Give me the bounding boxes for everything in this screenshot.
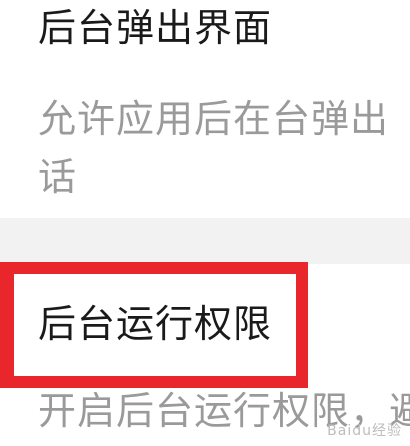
red-highlight-box	[0, 262, 308, 388]
background-popup-setting[interactable]: 后台弹出界面 允许应用后在台弹出话	[0, 0, 410, 218]
section-divider	[0, 218, 410, 264]
background-popup-title: 后台弹出界面	[38, 6, 273, 50]
watermark: Baidu经验	[327, 423, 402, 439]
background-popup-description: 允许应用后在台弹出话	[38, 97, 390, 199]
